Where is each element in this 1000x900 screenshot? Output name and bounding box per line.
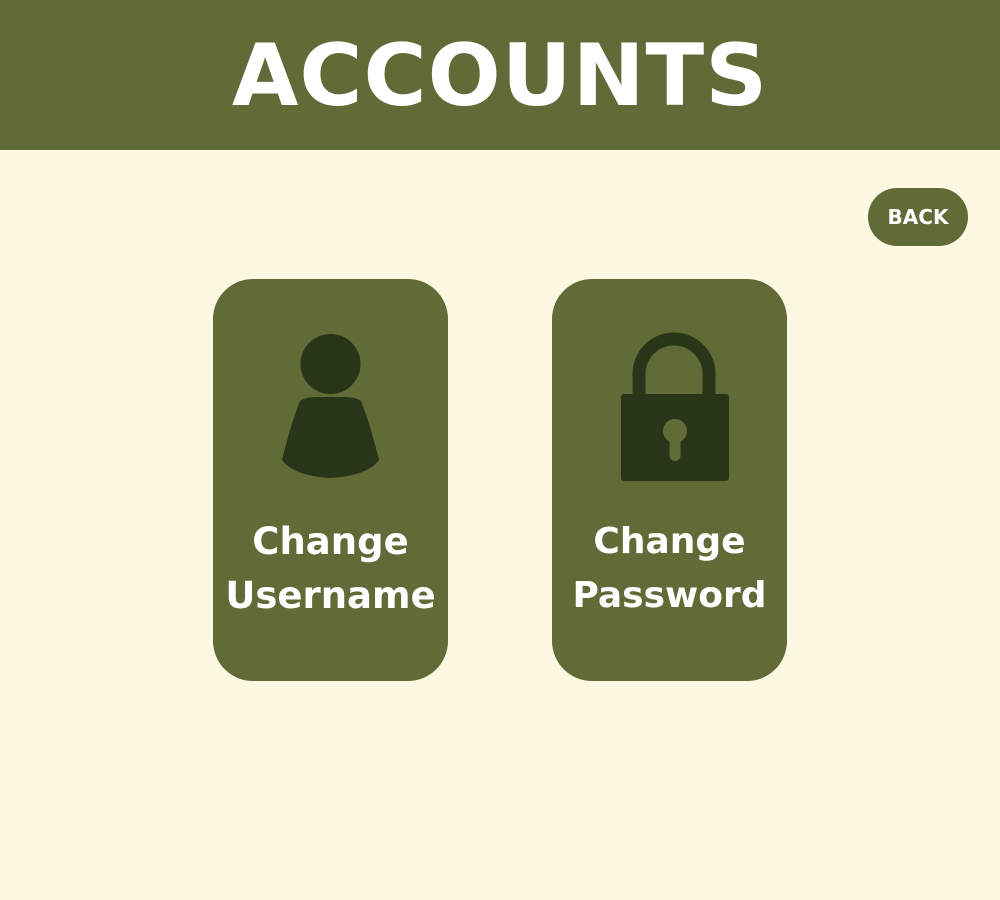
back-button[interactable]: BACK — [868, 188, 968, 246]
change-username-label-line2: Username — [225, 574, 436, 617]
header-bar: ACCOUNTS — [0, 0, 1000, 150]
lock-icon — [552, 331, 787, 483]
user-icon — [213, 331, 448, 483]
change-password-label-line1: Change — [593, 521, 746, 562]
change-username-label: Change Username — [213, 515, 448, 623]
change-username-label-line1: Change — [252, 520, 409, 563]
change-password-label: Change Password — [552, 515, 787, 623]
page-title: ACCOUNTS — [231, 26, 769, 126]
change-password-label-line2: Password — [572, 575, 767, 616]
change-username-button[interactable]: Change Username — [213, 279, 448, 681]
change-password-button[interactable]: Change Password — [552, 279, 787, 681]
